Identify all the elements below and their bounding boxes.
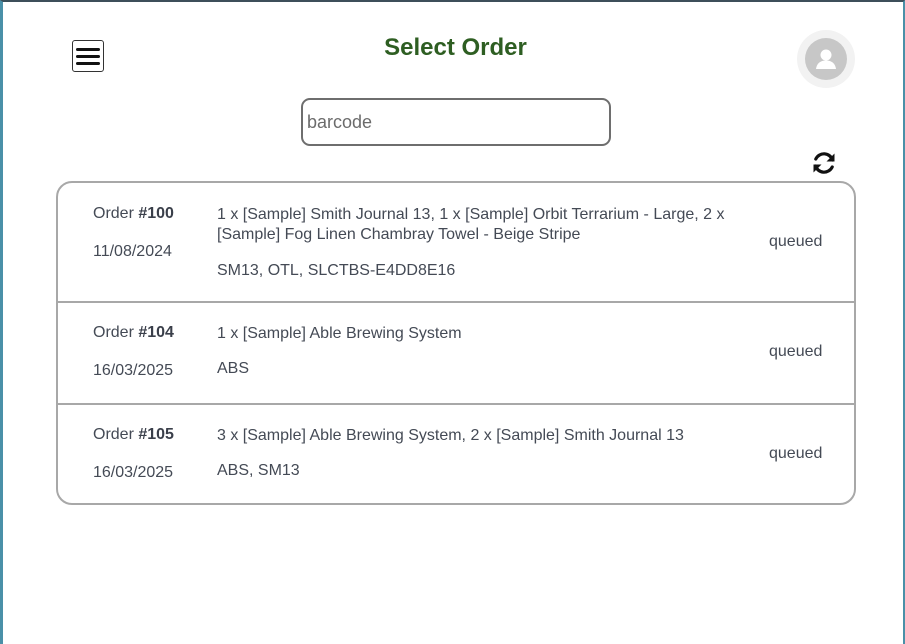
order-label-text: Order	[93, 205, 139, 222]
order-number: Order #100	[93, 205, 174, 223]
order-date: 16/03/2025	[93, 362, 174, 379]
order-label-text: Order	[93, 426, 139, 443]
order-id: #104	[138, 324, 174, 341]
order-status: queued	[769, 343, 823, 360]
order-date: 11/08/2024	[93, 243, 172, 260]
order-id: #105	[138, 426, 174, 443]
order-list: Order #100 11/08/2024 1 x [Sample] Smith…	[56, 181, 856, 505]
refresh-icon	[813, 152, 835, 174]
order-items: 1 x [Sample] Able Brewing System	[217, 325, 462, 342]
order-label-text: Order	[93, 324, 139, 341]
page-title: Select Order	[384, 34, 527, 61]
order-skus: ABS, SM13	[217, 462, 300, 479]
app-frame: Select Order Order #100 11/08/2024 1 x […	[0, 0, 905, 644]
order-items: 1 x [Sample] Smith Journal 13, 1 x [Samp…	[217, 206, 725, 243]
order-date: 16/03/2025	[93, 464, 174, 481]
order-number: Order #104	[93, 324, 174, 342]
order-status: queued	[769, 233, 823, 250]
user-icon	[805, 38, 847, 80]
avatar-button[interactable]	[797, 30, 855, 88]
order-row[interactable]: Order #105 16/03/2025 3 x [Sample] Able …	[58, 403, 854, 503]
order-number: Order #105	[93, 426, 174, 444]
order-row[interactable]: Order #104 16/03/2025 1 x [Sample] Able …	[58, 301, 854, 403]
order-id: #100	[138, 205, 174, 222]
order-skus: ABS	[217, 360, 250, 377]
order-skus: SM13, OTL, SLCTBS-E4DD8E16	[217, 262, 456, 279]
order-row[interactable]: Order #100 11/08/2024 1 x [Sample] Smith…	[58, 183, 854, 303]
barcode-input[interactable]	[301, 98, 611, 146]
refresh-button[interactable]	[811, 150, 837, 176]
order-status: queued	[769, 445, 823, 462]
order-items: 3 x [Sample] Able Brewing System, 2 x [S…	[217, 427, 684, 444]
